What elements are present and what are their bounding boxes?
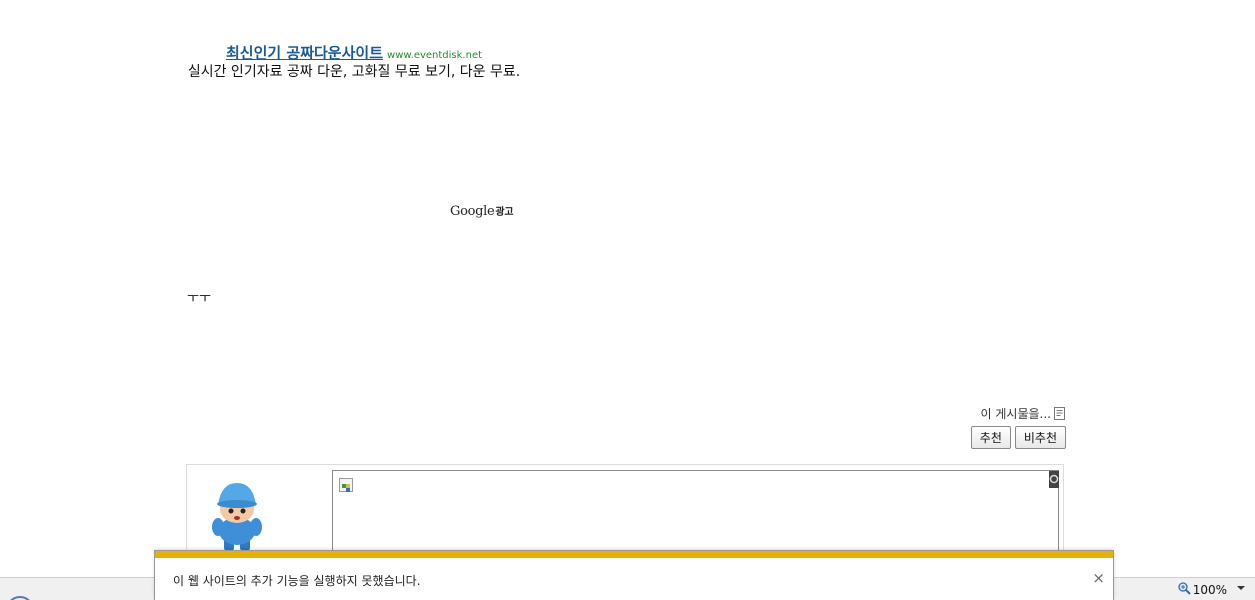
recommend-buttons: 추천 비추천 <box>970 426 1066 449</box>
ad-description: 실시간 인기자료 공짜 다운, 고화질 무료 보기, 다운 무료. <box>187 64 521 80</box>
recommend-question-text: 이 게시물을... <box>980 407 1051 421</box>
document-icon[interactable] <box>1053 407 1066 420</box>
recommend-area: 이 게시물을... 추천 비추천 <box>970 403 1066 449</box>
addon-notification-bar: 이 웹 사이트의 추가 기능을 실행하지 못했습니다. × <box>154 550 1114 600</box>
pocoyo-avatar-icon <box>197 475 277 555</box>
notification-message: 이 웹 사이트의 추가 기능을 실행하지 못했습니다. <box>173 574 421 588</box>
text-ad: 최신인기 공짜다운사이트 www.eventdisk.net 실시간 인기자료 공… <box>186 44 522 81</box>
broken-image-icon <box>339 478 353 492</box>
post-body-text: ㅜㅜ <box>187 291 211 306</box>
ad-url-link[interactable]: www.eventdisk.net <box>387 50 482 61</box>
scroll-knob[interactable] <box>1049 471 1059 488</box>
zoom-level: 100% <box>1192 583 1227 597</box>
close-icon[interactable]: × <box>1092 571 1105 586</box>
google-brand: Google <box>450 204 495 219</box>
recommend-button[interactable]: 추천 <box>970 426 1011 449</box>
notification-accent-bar <box>155 551 1113 558</box>
google-ads-label[interactable]: Google광고 <box>450 203 514 219</box>
not-recommend-button[interactable]: 비추천 <box>1014 426 1066 449</box>
zoom-magnifier-icon <box>1178 582 1191 598</box>
zoom-control[interactable]: 100% <box>1178 582 1227 598</box>
ads-label-text: 광고 <box>495 207 514 218</box>
globe-icon <box>6 596 34 600</box>
recommend-question: 이 게시물을... <box>981 405 1066 422</box>
zoom-dropdown-icon[interactable] <box>1237 586 1245 590</box>
ad-title-link[interactable]: 최신인기 공짜다운사이트 <box>226 44 383 62</box>
